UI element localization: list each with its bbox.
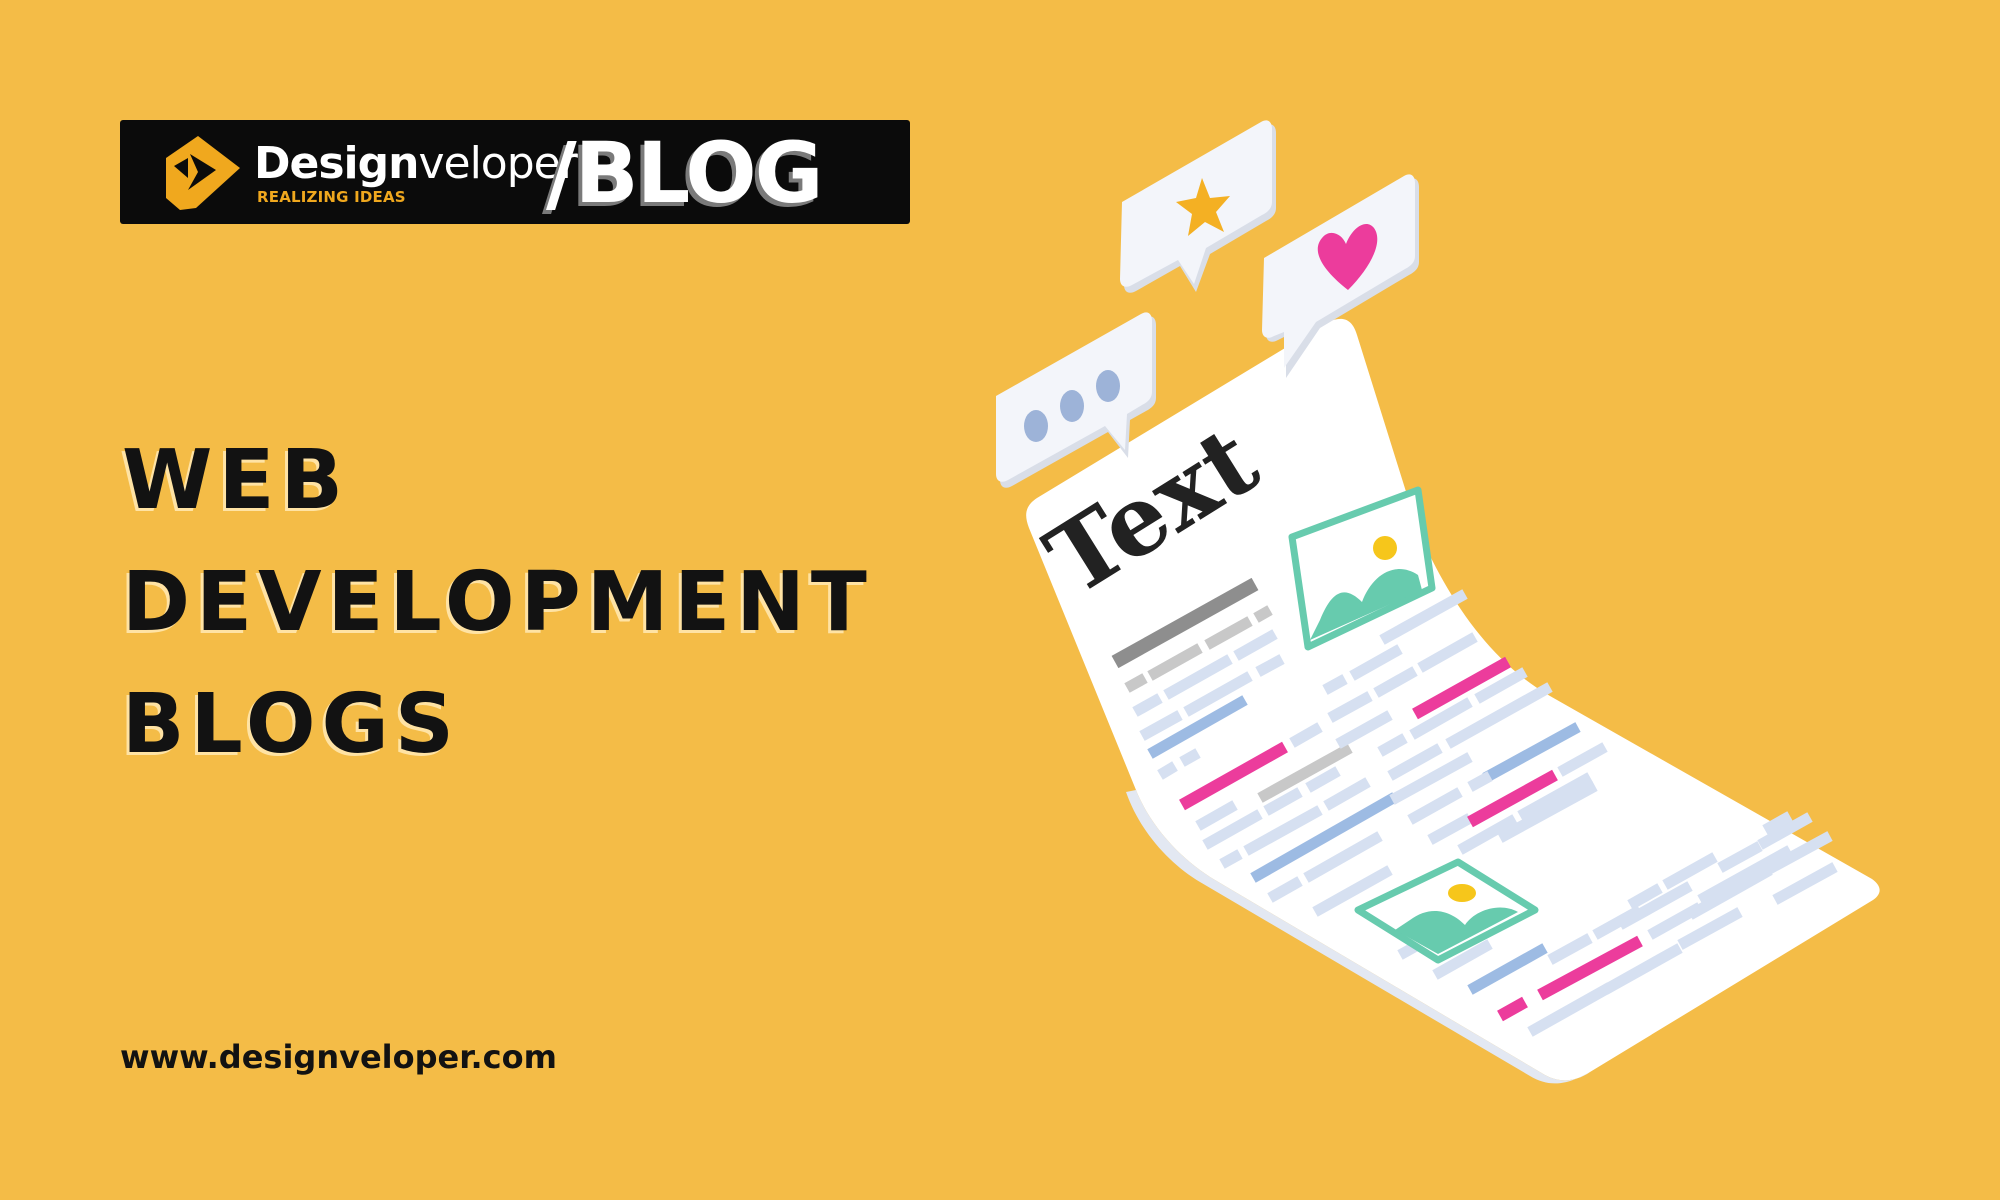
designveloper-logo-icon [166, 136, 240, 210]
site-url: www.designveloper.com [120, 1038, 557, 1076]
brand-banner: Designveloper REALIZING IDEAS /BLOG [120, 120, 910, 224]
title-line-2: DEVELOPMENT [122, 555, 873, 650]
brand-tagline: REALIZING IDEAS [257, 188, 406, 206]
blog-section-label: /BLOG [546, 124, 824, 222]
brand-name: Designveloper [254, 138, 578, 189]
star-icon [1120, 120, 1276, 293]
page-title: WEB DEVELOPMENT BLOGS [122, 420, 873, 786]
title-line-1: WEB [122, 433, 349, 528]
title-line-3: BLOGS [122, 677, 460, 772]
blog-document-illustration: Text [996, 120, 1880, 1084]
